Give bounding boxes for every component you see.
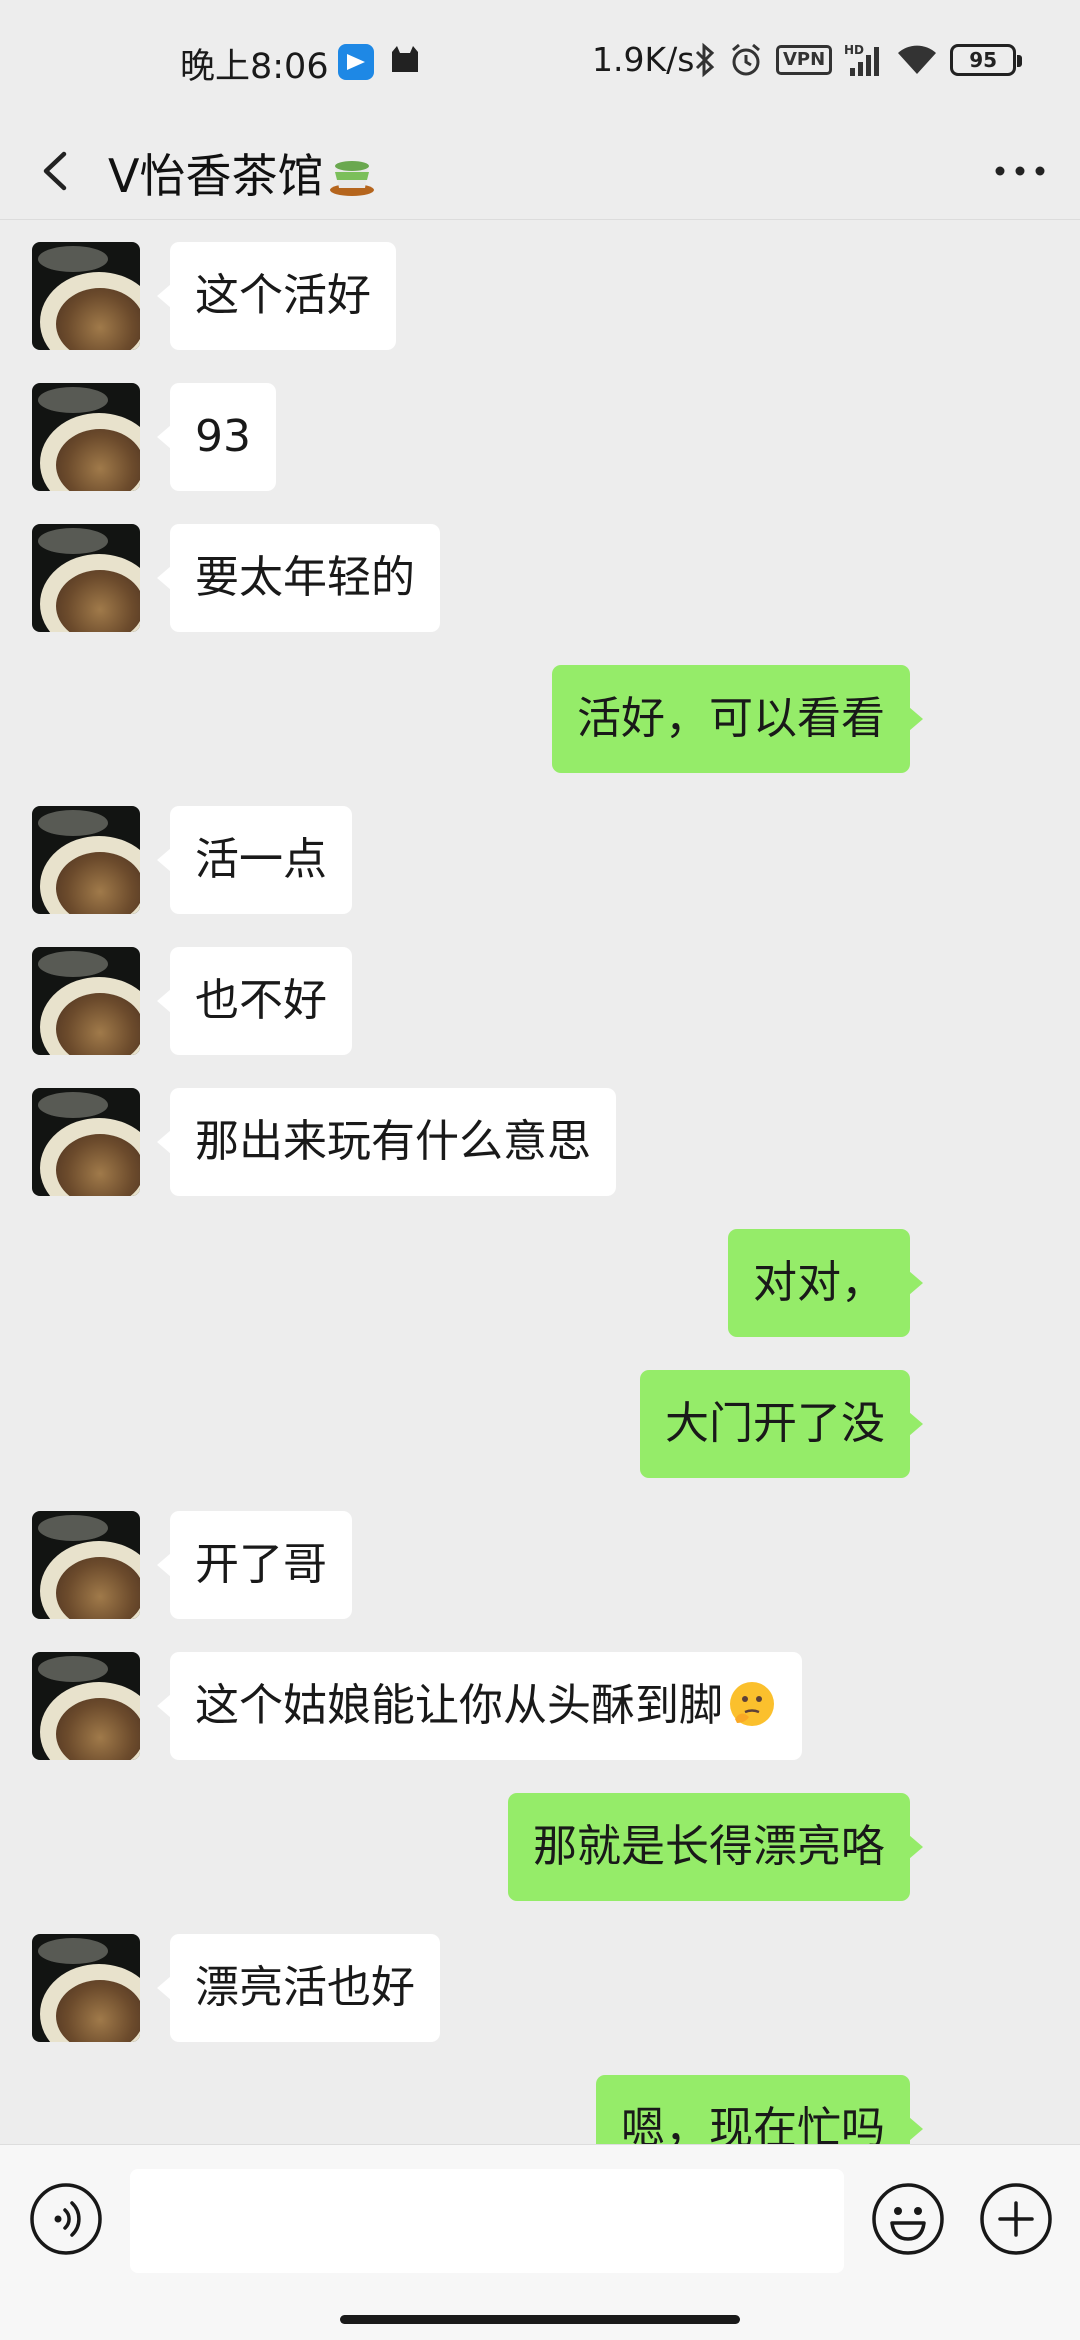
message-row: 嗯，现在忙吗 (0, 2075, 1080, 2144)
message-row: 要太年轻的 (0, 524, 1080, 632)
incoming-bubble[interactable]: 也不好 (157, 947, 352, 1055)
chat-header: V怡香茶馆 (0, 122, 1080, 220)
chat-title-text: V怡香茶馆 (108, 149, 324, 203)
bluetooth-icon (695, 42, 715, 78)
contact-avatar[interactable] (32, 1652, 140, 1760)
outgoing-bubble[interactable]: 嗯，现在忙吗 (596, 2075, 923, 2144)
network-speed: 1.9K/s (592, 40, 695, 79)
incoming-bubble[interactable]: 活一点 (157, 806, 352, 914)
incoming-bubble[interactable]: 这个活好 (157, 242, 396, 350)
message-row: 开了哥 (0, 1511, 1080, 1619)
message-row: 93 (0, 383, 1080, 491)
input-bar (0, 2144, 1080, 2340)
message-row: 对对， (0, 1229, 1080, 1337)
back-icon[interactable] (28, 132, 88, 210)
status-bar: 晚上8:06 1.9K/s VPN HD 95 (0, 0, 1080, 122)
svg-text:HD: HD (844, 43, 864, 57)
incoming-bubble[interactable]: 开了哥 (157, 1511, 352, 1619)
incoming-bubble[interactable]: 这个姑娘能让你从头酥到脚 (157, 1652, 802, 1760)
status-icons: VPN HD 95 (694, 40, 1023, 80)
message-row: 也不好 (0, 947, 1080, 1055)
hd-signal-icon: HD (844, 43, 880, 76)
alarm-icon (732, 43, 760, 76)
outgoing-bubble[interactable]: 大门开了没 (640, 1370, 923, 1478)
vpn-icon: VPN (776, 45, 833, 75)
tea-cup-emoji-icon (330, 161, 375, 196)
contact-avatar[interactable] (32, 1088, 140, 1196)
battery-icon: 95 (950, 44, 1023, 76)
message-row: 活一点 (0, 806, 1080, 914)
contact-avatar[interactable] (32, 1511, 140, 1619)
status-time: 晚上8:06 (180, 47, 329, 87)
chat-title: V怡香茶馆 (108, 140, 377, 206)
message-row: 大门开了没 (0, 1370, 1080, 1478)
incoming-bubble[interactable]: 93 (157, 383, 276, 491)
plus-icon[interactable] (978, 2181, 1054, 2257)
contact-avatar[interactable] (32, 947, 140, 1055)
contact-avatar[interactable] (32, 242, 140, 350)
message-row: 那出来玩有什么意思 (0, 1088, 1080, 1196)
emoji-icon[interactable] (870, 2181, 946, 2257)
message-row: 漂亮活也好 (0, 1934, 1080, 2042)
contact-avatar[interactable] (32, 806, 140, 914)
message-input[interactable] (130, 2169, 844, 2273)
cat-icon (392, 46, 418, 72)
outgoing-bubble[interactable]: 活好，可以看看 (552, 665, 923, 773)
message-row: 活好，可以看看 (0, 665, 1080, 773)
incoming-bubble[interactable]: 要太年轻的 (157, 524, 440, 632)
home-indicator[interactable] (340, 2315, 740, 2324)
message-list[interactable]: 这个活好 93 要太年轻的 活好，可以看看 活一点 也不好 那出来玩有什么意思 … (0, 220, 1080, 2144)
contact-avatar[interactable] (32, 524, 140, 632)
outgoing-bubble[interactable]: 对对， (728, 1229, 923, 1337)
message-row: 这个姑娘能让你从头酥到脚 (0, 1652, 1080, 1760)
more-icon[interactable] (980, 142, 1060, 200)
contact-avatar[interactable] (32, 383, 140, 491)
incoming-bubble[interactable]: 那出来玩有什么意思 (157, 1088, 616, 1196)
outgoing-bubble[interactable]: 那就是长得漂亮咯 (508, 1793, 923, 1901)
contact-avatar[interactable] (32, 1934, 140, 2042)
wifi-icon (898, 45, 937, 74)
notification-app-icon (338, 44, 374, 80)
message-row: 这个活好 (0, 242, 1080, 350)
incoming-bubble[interactable]: 漂亮活也好 (157, 1934, 440, 2042)
message-row: 那就是长得漂亮咯 (0, 1793, 1080, 1901)
voice-icon[interactable] (28, 2181, 104, 2257)
incoming-bubble-text: 这个姑娘能让你从头酥到脚 (195, 1680, 723, 1731)
thinking-face-emoji-icon (730, 1682, 774, 1726)
